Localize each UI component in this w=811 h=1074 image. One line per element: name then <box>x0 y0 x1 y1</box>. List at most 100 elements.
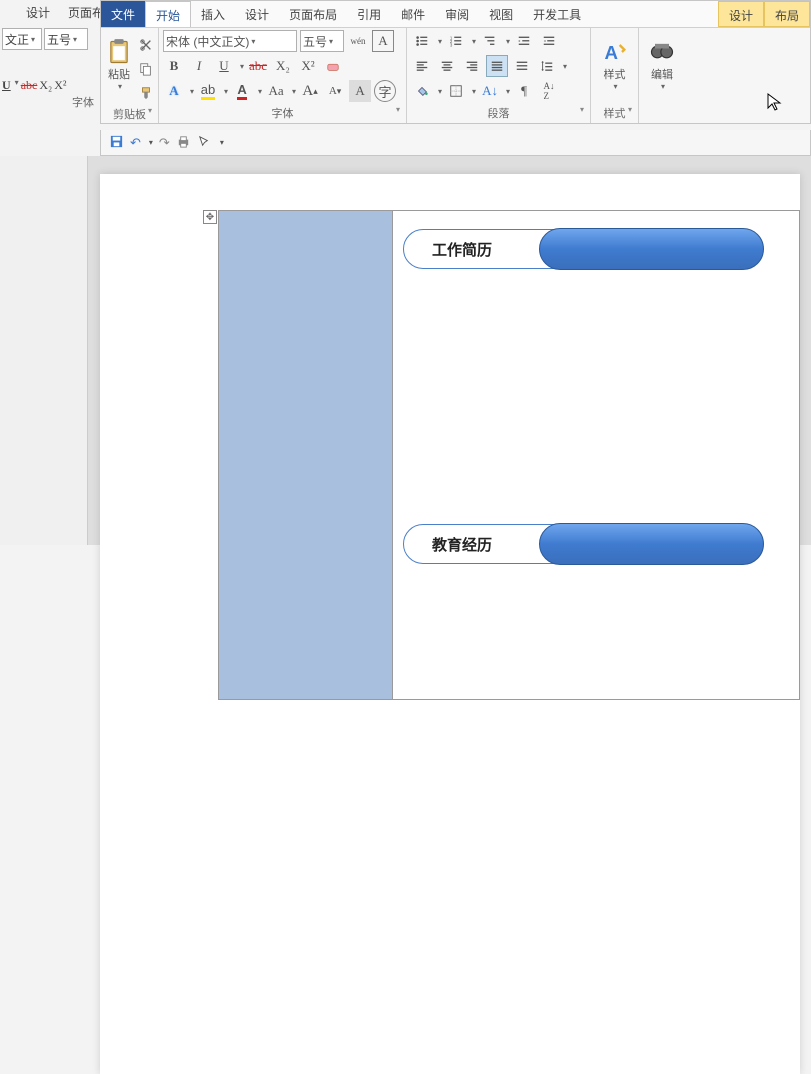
section-pill-2-shape[interactable] <box>539 523 764 565</box>
char-border-button[interactable]: A <box>372 30 394 52</box>
tab-design[interactable]: 设计 <box>235 1 279 27</box>
align-right-button[interactable] <box>461 55 483 77</box>
bg-underline-dd[interactable]: ▾ <box>15 78 19 93</box>
tab-review[interactable]: 审阅 <box>435 1 479 27</box>
indent-decrease-button[interactable] <box>513 30 535 52</box>
change-case-button[interactable]: Aa <box>265 80 287 102</box>
tab-file[interactable]: 文件 <box>101 1 145 27</box>
format-painter-button[interactable] <box>135 82 157 104</box>
grow-font-button[interactable]: A▴ <box>299 80 321 102</box>
styles-icon: A <box>601 38 629 66</box>
sort-button[interactable]: A↓ <box>479 80 501 102</box>
table-main-column[interactable]: 工作简历 教育经历 <box>393 211 799 699</box>
shading-button[interactable] <box>411 80 433 102</box>
cut-button[interactable] <box>135 34 157 56</box>
styles-label: 样式 <box>604 66 626 82</box>
layout-table[interactable]: 工作简历 教育经历 <box>218 210 800 700</box>
underline-dd[interactable]: ▾ <box>240 62 244 71</box>
numbering-dd[interactable]: ▾ <box>472 37 476 46</box>
multilevel-button[interactable] <box>479 30 501 52</box>
editing-button[interactable]: 编辑 ▾ <box>643 30 681 98</box>
subscript-button[interactable]: X₂ <box>272 55 294 77</box>
qat-custom-button[interactable] <box>197 134 212 152</box>
bg-subscript-button[interactable]: X₂ <box>39 78 52 93</box>
bullets-button[interactable] <box>411 30 433 52</box>
shading-dd[interactable]: ▾ <box>438 87 442 96</box>
align-left-button[interactable] <box>411 55 433 77</box>
table-move-handle[interactable]: ✥ <box>203 210 217 224</box>
sort-az-button[interactable]: A↓Z <box>538 80 560 102</box>
save-icon <box>109 134 124 149</box>
tab-context-design[interactable]: 设计 <box>718 1 764 27</box>
save-button[interactable] <box>109 134 124 152</box>
borders-icon <box>449 84 463 98</box>
bg-size-combo[interactable]: 五号▾ <box>44 28 88 50</box>
bg-underline-button[interactable]: U <box>2 78 11 93</box>
shrink-font-button[interactable]: A▾ <box>324 80 346 102</box>
tab-insert[interactable]: 插入 <box>191 1 235 27</box>
paste-button[interactable]: 粘贴 ▾ <box>105 30 133 98</box>
tab-dev[interactable]: 开发工具 <box>523 1 591 27</box>
qat-custom-dd[interactable]: ▾ <box>220 138 224 147</box>
styles-button[interactable]: A 样式 ▾ <box>595 30 634 98</box>
tab-home[interactable]: 开始 <box>145 1 191 27</box>
print-preview-button[interactable] <box>176 134 191 152</box>
change-case-dd[interactable]: ▾ <box>292 87 296 96</box>
font-color-dd[interactable]: ▾ <box>258 87 262 96</box>
bullets-dd[interactable]: ▾ <box>438 37 442 46</box>
bg-superscript-button[interactable]: X² <box>54 78 66 93</box>
numbering-button[interactable]: 123 <box>445 30 467 52</box>
align-distribute-button[interactable] <box>511 55 533 77</box>
italic-button[interactable]: I <box>188 55 210 77</box>
indent-increase-button[interactable] <box>538 30 560 52</box>
enclose-char-button[interactable]: 字 <box>374 80 396 102</box>
document-page[interactable]: ✥ 工作简历 教育经历 <box>100 174 800 1074</box>
undo-button[interactable]: ↶ <box>130 135 141 151</box>
show-marks-button[interactable]: ¶ <box>513 80 535 102</box>
bg-strike-button[interactable]: abc <box>21 78 38 93</box>
tab-mail[interactable]: 邮件 <box>391 1 435 27</box>
sort-dd[interactable]: ▾ <box>506 87 510 96</box>
align-center-button[interactable] <box>436 55 458 77</box>
superscript-button[interactable]: X² <box>297 55 319 77</box>
undo-dd[interactable]: ▾ <box>149 138 153 147</box>
bg-tab-design[interactable]: 设计 <box>18 2 58 22</box>
bg-font-combo[interactable]: 文正▾ <box>2 28 42 50</box>
redo-button[interactable]: ↷ <box>159 135 170 151</box>
char-shading-button[interactable]: A <box>349 80 371 102</box>
highlight-button[interactable]: ab <box>197 80 219 102</box>
tab-reference[interactable]: 引用 <box>347 1 391 27</box>
text-effects-button[interactable]: A <box>163 80 185 102</box>
multilevel-dd[interactable]: ▾ <box>506 37 510 46</box>
highlight-dd[interactable]: ▾ <box>224 87 228 96</box>
font-size-combo[interactable]: 五号▾ <box>300 30 344 52</box>
line-spacing-dd[interactable]: ▾ <box>563 62 567 71</box>
copy-button[interactable] <box>135 58 157 80</box>
underline-button[interactable]: U <box>213 55 235 77</box>
multilevel-icon <box>483 34 497 48</box>
text-effects-dd[interactable]: ▾ <box>190 87 194 96</box>
section-pill-1-shape[interactable] <box>539 228 764 270</box>
table-side-column[interactable] <box>219 211 393 699</box>
align-right-icon <box>465 59 479 73</box>
borders-button[interactable] <box>445 80 467 102</box>
clear-format-button[interactable] <box>322 55 344 77</box>
tab-view[interactable]: 视图 <box>479 1 523 27</box>
tab-context-layout[interactable]: 布局 <box>764 1 810 27</box>
phonetic-guide-button[interactable]: wén <box>347 30 369 52</box>
section-pill-2[interactable]: 教育经历 <box>403 524 763 564</box>
tab-pagelayout[interactable]: 页面布局 <box>279 1 347 27</box>
strike-button[interactable]: abc <box>247 55 269 77</box>
styles-dd[interactable]: ▾ <box>613 82 617 91</box>
bold-button[interactable]: B <box>163 55 185 77</box>
line-spacing-button[interactable] <box>536 55 558 77</box>
bucket-icon <box>415 84 429 98</box>
group-clipboard: 粘贴 ▾ 剪贴板 <box>101 28 159 123</box>
align-justify-button[interactable] <box>486 55 508 77</box>
paste-dd[interactable]: ▾ <box>118 82 122 91</box>
editing-dd[interactable]: ▾ <box>661 82 665 91</box>
section-pill-1[interactable]: 工作简历 <box>403 229 763 269</box>
font-name-combo[interactable]: 宋体 (中文正文)▾ <box>163 30 297 52</box>
borders-dd[interactable]: ▾ <box>472 87 476 96</box>
font-color-button[interactable]: A <box>231 80 253 102</box>
